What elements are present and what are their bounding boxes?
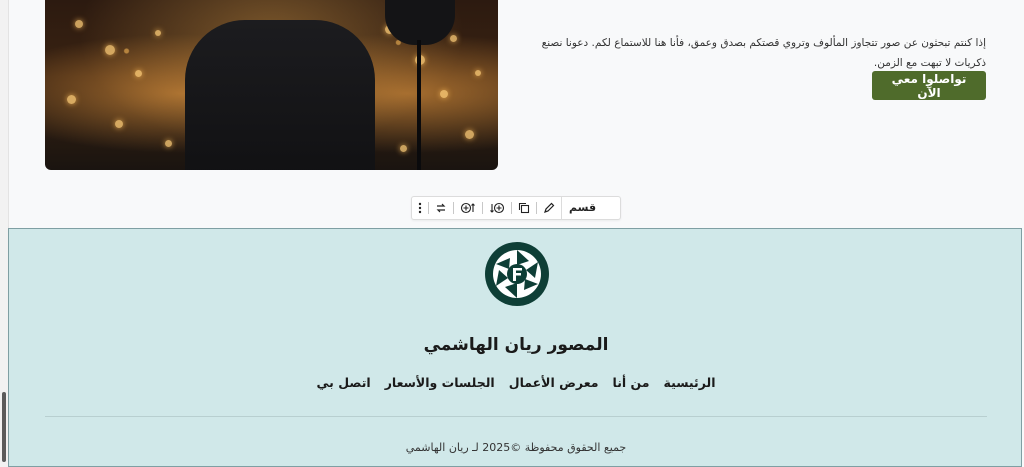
block-type-label[interactable]: قسم xyxy=(561,197,603,219)
footer-link-sessions-pricing[interactable]: الجلسات والأسعار xyxy=(385,375,495,390)
insert-before-button[interactable] xyxy=(454,197,482,219)
hero-photo xyxy=(45,0,498,170)
insert-before-icon xyxy=(460,202,475,214)
edit-icon xyxy=(544,202,555,213)
hero-paragraph: إذا كنتم تبحثون عن صور تتجاوز المألوف وت… xyxy=(541,36,986,69)
footer-nav: الرئيسية من أنا معرض الأعمال الجلسات وال… xyxy=(9,375,1023,390)
suit-figure xyxy=(185,0,455,170)
scrollbar-thumb[interactable] xyxy=(2,392,6,462)
more-vertical-icon xyxy=(418,202,422,214)
footer-divider xyxy=(45,416,987,417)
copyright-text: جميع الحقوق محفوظة ©2025 لـ ريان الهاشمي xyxy=(405,441,627,454)
edit-button[interactable] xyxy=(537,197,561,219)
block-toolbar: قسم xyxy=(411,196,621,220)
footer-link-home[interactable]: الرئيسية xyxy=(664,375,716,390)
camera-aperture-logo-icon xyxy=(485,242,549,306)
duplicate-icon xyxy=(518,202,530,214)
more-options-button[interactable] xyxy=(412,197,428,219)
insert-after-button[interactable] xyxy=(483,197,511,219)
footer-link-about[interactable]: من أنا xyxy=(613,375,650,390)
footer-link-portfolio[interactable]: معرض الأعمال xyxy=(509,375,599,390)
duplicate-button[interactable] xyxy=(512,197,536,219)
transform-icon xyxy=(436,203,446,213)
footer-link-contact[interactable]: اتصل بي xyxy=(317,375,371,390)
contact-now-button[interactable]: تواصلوا معي الآن xyxy=(872,71,986,100)
transform-button[interactable] xyxy=(429,197,453,219)
site-footer: المصور ريان الهاشمي الرئيسية من أنا معرض… xyxy=(8,228,1022,467)
footer-title: المصور ريان الهاشمي xyxy=(423,335,609,355)
insert-after-icon xyxy=(490,202,505,214)
